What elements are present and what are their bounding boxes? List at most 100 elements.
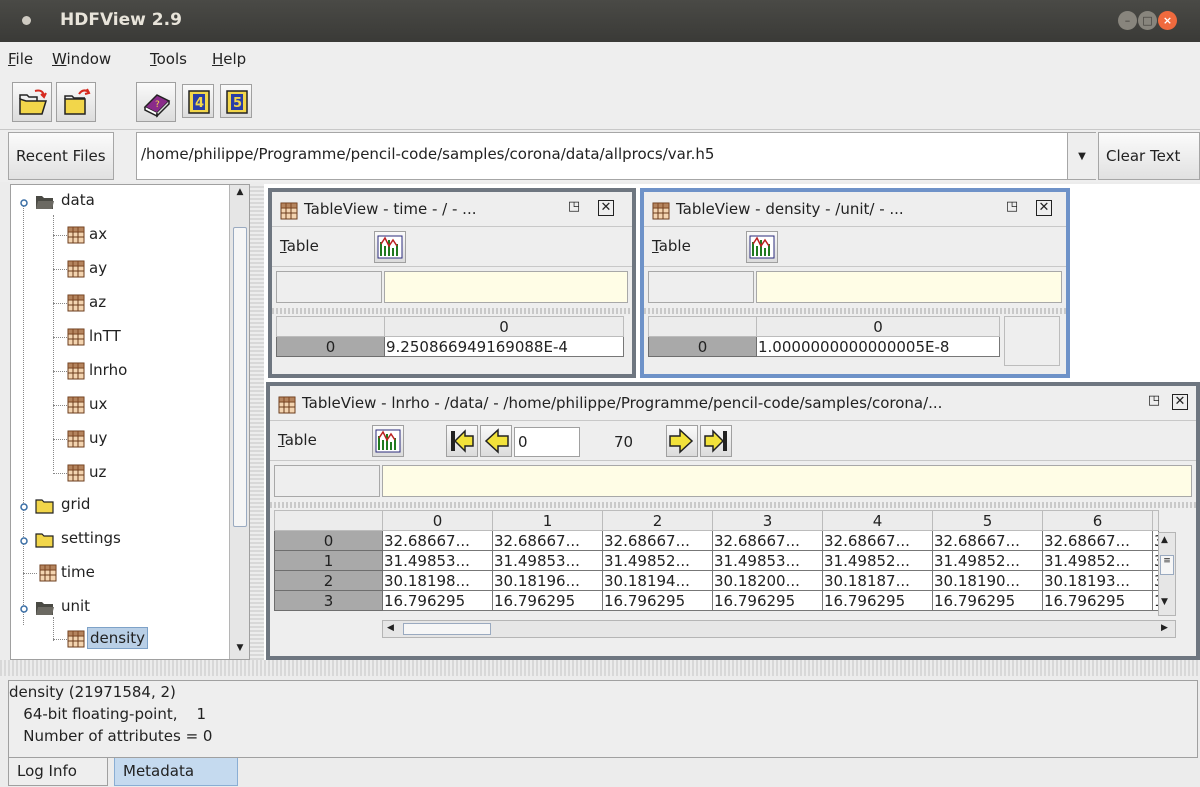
frame-split[interactable] <box>272 308 632 314</box>
frame-split[interactable] <box>644 308 1066 314</box>
frame-split[interactable] <box>270 502 1196 508</box>
column-header[interactable]: 6 <box>1042 510 1153 531</box>
table-vertical-scrollbar[interactable]: ▲ ≡ ▼ <box>1158 532 1176 616</box>
tab-log-info[interactable]: Log Info <box>8 758 108 786</box>
tree-node-uz[interactable]: uz <box>11 459 231 489</box>
tree-node-unit[interactable]: unit <box>11 593 231 623</box>
column-header[interactable]: 0 <box>756 316 1000 337</box>
next-frame-button[interactable] <box>666 425 698 457</box>
table-menu[interactable]: Table <box>278 431 317 449</box>
tree-node-density[interactable]: density <box>11 625 231 655</box>
first-frame-button[interactable] <box>446 425 478 457</box>
tree-node-grid[interactable]: grid <box>11 491 231 521</box>
menu-help[interactable]: Help <box>212 50 246 68</box>
table-cell[interactable]: 32.68667... <box>712 530 823 551</box>
table-cell[interactable]: 16.796295 <box>602 590 713 611</box>
table-cell[interactable]: 32.68667... <box>822 530 933 551</box>
menu-tools[interactable]: Tools <box>150 50 187 68</box>
maximize-button[interactable]: □ <box>1138 11 1157 30</box>
tree-node-lnrho[interactable]: lnrho <box>11 357 231 387</box>
window-menu-icon[interactable] <box>22 16 31 25</box>
hdf5-library-button[interactable]: 5 <box>220 84 252 118</box>
tableview-time-frame[interactable]: TableView - time - / - ... ◳ ✕ Table 0 0… <box>268 188 636 378</box>
chart-button[interactable] <box>372 425 404 457</box>
file-path-combo[interactable]: /home/philippe/Programme/pencil-code/sam… <box>136 132 1068 180</box>
table-cell[interactable]: 30.18190... <box>932 570 1043 591</box>
tab-metadata[interactable]: Metadata <box>114 758 238 786</box>
table-cell[interactable]: 30.18200... <box>712 570 823 591</box>
table-cell[interactable]: 1.0000000000000005E-8 <box>756 336 1000 357</box>
table-cell[interactable]: 31.49852... <box>1042 550 1153 571</box>
table-cell[interactable]: 32.68667... <box>932 530 1043 551</box>
tree-node-ux[interactable]: ux <box>11 391 231 421</box>
tree-node-time[interactable]: time <box>11 559 231 589</box>
close-frame-icon[interactable]: ✕ <box>1036 200 1052 216</box>
cell-value-field[interactable] <box>384 271 628 303</box>
table-cell[interactable]: 9.250866949169088E-4 <box>384 336 624 357</box>
tree-node-ay[interactable]: ay <box>11 255 231 285</box>
table-cell[interactable]: 16.796295 <box>932 590 1043 611</box>
row-header[interactable]: 0 <box>274 530 383 551</box>
scroll-down-icon[interactable]: ▼ <box>1161 597 1168 607</box>
tree-scrollbar[interactable]: ▲ ▼ <box>229 185 249 659</box>
previous-frame-button[interactable] <box>480 425 512 457</box>
scroll-thumb[interactable] <box>233 227 247 527</box>
table-cell[interactable]: 32.68667... <box>382 530 493 551</box>
table-row[interactable]: 3 16.796295 16.796295 16.796295 16.79629… <box>274 590 1159 611</box>
table-menu[interactable]: Table <box>280 237 319 255</box>
column-header[interactable]: 4 <box>822 510 933 531</box>
last-frame-button[interactable] <box>700 425 732 457</box>
chart-button[interactable] <box>374 231 406 263</box>
table-row[interactable]: 2 30.18198... 30.18196... 30.18194... 30… <box>274 570 1159 591</box>
tree-node-az[interactable]: az <box>11 289 231 319</box>
tableview-lnrho-frame[interactable]: TableView - lnrho - /data/ - /home/phili… <box>266 382 1200 660</box>
chevron-down-icon[interactable]: ▼ <box>1068 132 1096 180</box>
table-menu[interactable]: Table <box>652 237 691 255</box>
chart-button[interactable] <box>746 231 778 263</box>
tree-node-uy[interactable]: uy <box>11 425 231 455</box>
column-header[interactable]: 2 <box>602 510 713 531</box>
data-table[interactable]: 0 0 1.0000000000000005E-8 <box>648 316 1000 357</box>
table-cell[interactable]: 31.49852... <box>822 550 933 571</box>
table-cell[interactable]: 16.796295 <box>822 590 933 611</box>
tableview-density-frame[interactable]: TableView - density - /unit/ - ... ◳ ✕ T… <box>640 188 1070 378</box>
tree-node-ax[interactable]: ax <box>11 221 231 251</box>
table-cell[interactable]: 30.18196... <box>492 570 603 591</box>
table-cell[interactable]: 31.49852... <box>602 550 713 571</box>
close-button[interactable]: × <box>1158 11 1177 30</box>
table-cell[interactable]: 16.796295 <box>382 590 493 611</box>
table-row[interactable]: 1 31.49853... 31.49853... 31.49852... 31… <box>274 550 1159 571</box>
vertical-split-divider[interactable] <box>250 184 264 660</box>
scroll-left-icon[interactable]: ◀ <box>387 623 394 633</box>
column-header[interactable]: 0 <box>382 510 493 531</box>
table-cell[interactable]: 32.68667... <box>1042 530 1153 551</box>
table-horizontal-scrollbar[interactable]: ◀ ▶ <box>382 620 1176 638</box>
scroll-up-icon[interactable]: ▲ <box>233 187 247 201</box>
column-header[interactable]: 5 <box>932 510 1043 531</box>
table-cell[interactable]: 32.68667... <box>492 530 603 551</box>
table-cell[interactable]: 16.796295 <box>712 590 823 611</box>
data-table[interactable]: 0 0 9.250866949169088E-4 <box>276 316 624 357</box>
column-header[interactable] <box>1152 510 1159 531</box>
close-frame-icon[interactable]: ✕ <box>1172 394 1188 410</box>
table-row[interactable]: 0 32.68667... 32.68667... 32.68667... 32… <box>274 530 1159 551</box>
table-cell[interactable]: 30.18187... <box>822 570 933 591</box>
scroll-down-icon[interactable]: ▼ <box>233 643 247 657</box>
table-cell[interactable]: 30.18194... <box>602 570 713 591</box>
table-cell[interactable]: 32.68667... <box>602 530 713 551</box>
scroll-thumb[interactable]: ≡ <box>1160 555 1174 575</box>
cell-value-field[interactable] <box>382 465 1192 497</box>
row-header[interactable]: 0 <box>648 336 757 357</box>
maximize-frame-icon[interactable]: ◳ <box>566 200 582 216</box>
frame-index-input[interactable]: 0 <box>514 427 580 457</box>
row-header[interactable]: 1 <box>274 550 383 571</box>
cell-value-field[interactable] <box>756 271 1062 303</box>
open-remote-button[interactable] <box>56 82 96 122</box>
table-cell[interactable]: 16.796295 <box>1042 590 1153 611</box>
table-cell[interactable]: 30.18193... <box>1042 570 1153 591</box>
clear-text-button[interactable]: Clear Text <box>1098 132 1200 180</box>
row-header[interactable]: 3 <box>274 590 383 611</box>
open-file-button[interactable] <box>12 82 52 122</box>
scroll-right-icon[interactable]: ▶ <box>1161 623 1168 633</box>
maximize-frame-icon[interactable]: ◳ <box>1146 394 1162 410</box>
